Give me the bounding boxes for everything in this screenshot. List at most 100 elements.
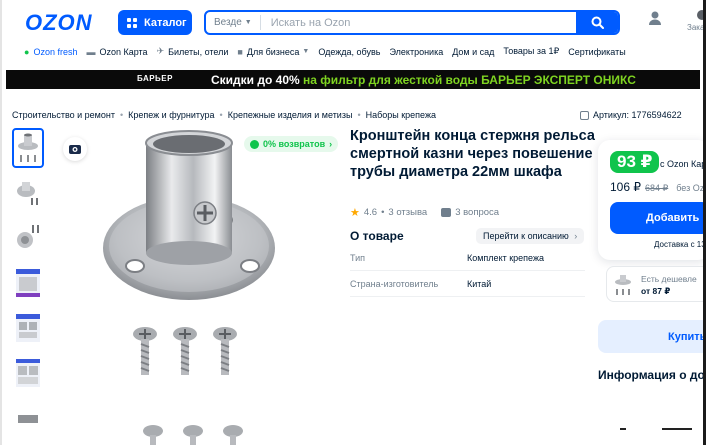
nav-item-ozon-card[interactable]: ▬ Ozon Карта [86, 46, 147, 57]
thumbnail-image [16, 269, 40, 297]
camera-search-icon [69, 145, 81, 154]
thumbnail[interactable] [12, 353, 44, 393]
thumbnail-image [17, 225, 39, 248]
buy-now-button[interactable]: Купить в [598, 320, 706, 353]
thumbnail-image [18, 133, 38, 162]
top-nav: ● Ozon fresh ▬ Ozon Карта ✈ Билеты, отели ■… [24, 46, 626, 57]
spec-divider [350, 270, 585, 271]
breadcrumb: Строительство и ремонт • Крепеж и фурниту… [12, 110, 436, 120]
search-scope-select[interactable]: Везде ▼ [206, 15, 261, 30]
breadcrumb-item[interactable]: Крепеж и фурнитура [128, 110, 214, 120]
thumbnail-image [17, 182, 38, 205]
thumbnail-image [16, 314, 40, 342]
card-icon: ▬ [86, 46, 96, 57]
search-button[interactable] [576, 12, 618, 33]
screws-row-2 [143, 425, 243, 445]
spec-row: Тип Комплект крепежа [350, 253, 544, 263]
nav-label: Ozon fresh [33, 46, 78, 57]
search-scope-label: Везде [214, 17, 242, 28]
divider [620, 428, 626, 430]
grid-icon [127, 17, 137, 28]
goto-description-button[interactable]: Перейти к описанию › [476, 228, 585, 244]
nav-label: Дом и сад [452, 46, 495, 57]
thumbnail[interactable] [12, 218, 44, 258]
nav-item-electronics[interactable]: Электроника [389, 46, 443, 57]
star-icon: ★ [350, 207, 360, 219]
chat-icon [441, 208, 452, 217]
without-card-label: без Ozo [676, 183, 706, 193]
returns-badge[interactable]: 0% возвратов › [244, 136, 339, 152]
nav-item-tickets[interactable]: ✈ Билеты, отели [157, 46, 229, 57]
nav-item-clothes[interactable]: Одежда, обувь [318, 46, 380, 57]
delivery-info-heading: Информация о до [598, 368, 705, 382]
nav-label: Для бизнеса [246, 46, 300, 57]
window-left-edge [0, 0, 2, 445]
nav-item-certificates[interactable]: Сертификаты [568, 46, 625, 57]
ozon-logo[interactable]: OZON [25, 10, 93, 36]
card-price-badge[interactable]: 93 ₽ [610, 151, 660, 173]
nav-label: Электроника [389, 46, 444, 57]
with-card-label: с Ozon Карт [660, 159, 706, 169]
thumbnail-list [12, 128, 46, 434]
product-photo [103, 130, 275, 445]
cheaper-price: от 87 ₽ [641, 286, 671, 296]
chevron-right-icon: › [574, 231, 578, 241]
chevron-down-icon: ▼ [302, 48, 310, 55]
banner-text-green: на фильтр для жесткой воды БАРЬЕР ЭКСПЕР… [303, 73, 636, 87]
find-similar-button[interactable] [63, 137, 87, 161]
catalog-label: Каталог [144, 16, 187, 29]
nav-item-one-ruble[interactable]: Товары за 1₽ [503, 46, 559, 57]
thumbnail[interactable] [12, 173, 44, 213]
goto-description-label: Перейти к описанию [483, 231, 569, 241]
breadcrumb-item[interactable]: Наборы крепежа [366, 110, 436, 120]
breadcrumb-item[interactable]: Строительство и ремонт [12, 110, 115, 120]
thumbnail[interactable] [12, 409, 44, 429]
spec-key: Страна-изготовитель [350, 279, 439, 289]
nav-label: Одежда, обувь [318, 46, 381, 57]
spec-row: Страна-изготовитель Китай [350, 279, 491, 289]
cheaper-offer[interactable]: Есть дешевле от 87 ₽ [606, 266, 706, 302]
nav-item-ozon-fresh[interactable]: ● Ozon fresh [24, 46, 77, 57]
briefcase-icon: ■ [237, 46, 243, 57]
returns-label: 0% возвратов [263, 139, 326, 149]
delivery-info: Доставка с 13 [654, 240, 706, 249]
thumbnail-image [16, 359, 40, 387]
regular-price: 106 ₽ [610, 180, 641, 194]
breadcrumb-separator: • [219, 110, 223, 120]
nav-label: Ozon Карта [99, 46, 148, 57]
breadcrumb-separator: • [357, 110, 361, 120]
product-main-image[interactable] [55, 128, 335, 445]
nav-label: Товары за 1₽ [503, 46, 560, 56]
chevron-right-icon: › [329, 139, 333, 149]
banner-text: Скидки до 40% на фильтр для жесткой воды… [211, 73, 636, 87]
screws-row-1 [133, 327, 237, 375]
thumbnail[interactable] [12, 263, 44, 303]
nav-label: Сертификаты [568, 46, 626, 57]
nav-label: Билеты, отели [168, 46, 229, 57]
spec-value: Китай [467, 279, 492, 289]
spec-divider [350, 296, 585, 297]
catalog-button[interactable]: Каталог [118, 10, 192, 35]
user-icon[interactable] [648, 10, 662, 26]
spec-value: Комплект крепежа [467, 253, 544, 263]
questions-link[interactable]: 3 вопроса [441, 207, 499, 218]
add-to-cart-button[interactable]: Добавить в к [610, 202, 706, 234]
buy-now-label: Купить в [668, 330, 706, 343]
promo-banner[interactable]: БАРЬЕР Скидки до 40% на фильтр для жестк… [6, 70, 700, 89]
breadcrumb-separator: • [119, 110, 124, 120]
product-title: Кронштейн конца стержня рельса смертной … [350, 128, 595, 180]
rating-separator: • [381, 207, 385, 218]
thumbnail[interactable] [12, 308, 44, 348]
article-number[interactable]: Артикул: 1776594622 [580, 110, 682, 120]
thumbnail-image [18, 415, 38, 423]
search-input[interactable] [260, 16, 576, 29]
thumbnail[interactable] [12, 128, 44, 168]
nav-item-home-garden[interactable]: Дом и сад [452, 46, 494, 57]
reviews-link[interactable]: 3 отзыва [388, 207, 427, 218]
old-price: 684 ₽ [645, 183, 669, 193]
regular-price-row: 106 ₽ 684 ₽ без Ozo [610, 180, 706, 194]
nav-item-business[interactable]: ■ Для бизнеса ▼ [237, 46, 309, 57]
breadcrumb-item[interactable]: Крепежные изделия и метизы [228, 110, 353, 120]
chevron-down-icon: ▼ [244, 19, 252, 26]
leaf-icon: ● [24, 46, 30, 57]
